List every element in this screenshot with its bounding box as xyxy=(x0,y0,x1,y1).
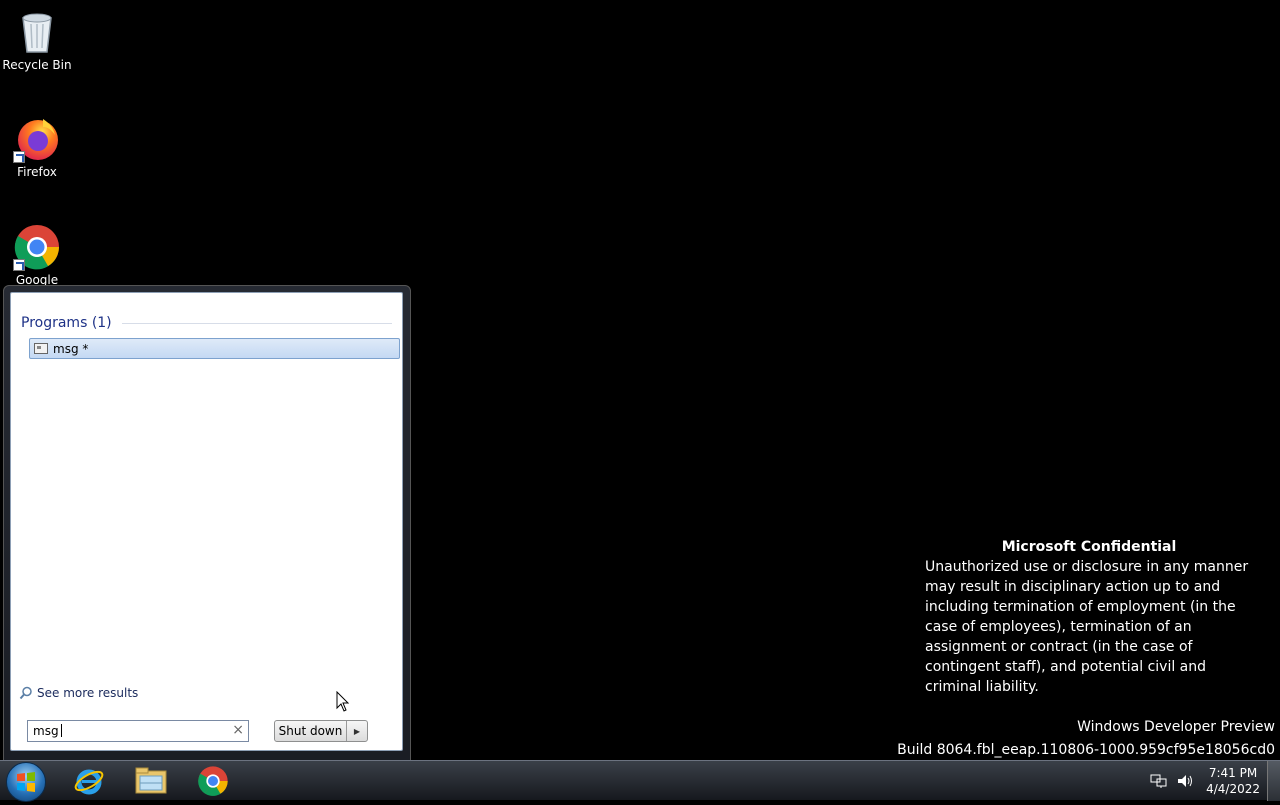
shutdown-options-arrow-icon[interactable]: ▶ xyxy=(347,721,367,741)
see-more-results-link[interactable]: See more results xyxy=(19,686,138,700)
watermark-title: Microsoft Confidential xyxy=(1001,539,1177,555)
start-menu: Programs (1) msg * See more results msg … xyxy=(3,285,411,761)
show-desktop-button[interactable] xyxy=(1267,761,1280,801)
start-menu-results-pane: Programs (1) msg * See more results msg … xyxy=(10,292,403,751)
recycle-bin-icon xyxy=(13,8,61,56)
text-caret xyxy=(60,724,62,737)
shortcut-arrow-icon xyxy=(13,151,25,163)
taskbar-file-explorer[interactable] xyxy=(123,763,179,799)
header-divider xyxy=(121,322,392,324)
chrome-icon xyxy=(198,766,228,796)
internet-explorer-icon xyxy=(74,769,104,795)
taskbar-internet-explorer[interactable] xyxy=(61,763,117,799)
desktop-icon-label: Firefox xyxy=(17,165,57,179)
clock-time: 7:41 PM xyxy=(1208,766,1258,780)
file-explorer-icon xyxy=(135,767,167,794)
console-app-icon xyxy=(34,343,48,354)
desktop-icon-chrome[interactable]: Google xyxy=(0,223,74,287)
start-button[interactable] xyxy=(6,762,46,802)
volume-icon[interactable] xyxy=(1176,773,1194,789)
shutdown-label: Shut down xyxy=(275,721,347,741)
firefox-icon xyxy=(13,115,61,163)
magnifier-icon xyxy=(19,686,32,700)
taskbar: 7:41 PM 4/4/2022 xyxy=(0,760,1280,802)
build-info: Windows Developer Preview Build 8064.fbl… xyxy=(897,716,1275,762)
see-more-label: See more results xyxy=(37,686,139,700)
shutdown-button[interactable]: Shut down ▶ xyxy=(274,720,368,742)
search-input[interactable]: msg × xyxy=(27,720,249,742)
clock-date: 4/4/2022 xyxy=(1206,782,1260,796)
chrome-icon xyxy=(13,223,61,271)
watermark-body: Unauthorized use or disclosure in any ma… xyxy=(925,559,1249,695)
desktop-icon-label: Recycle Bin xyxy=(2,58,72,72)
system-tray: 7:41 PM 4/4/2022 xyxy=(1150,761,1260,801)
result-item-label: msg * xyxy=(53,341,89,356)
network-icon[interactable] xyxy=(1150,773,1168,789)
result-item-msg[interactable]: msg * xyxy=(29,338,400,359)
confidential-watermark: Microsoft Confidential Unauthorized use … xyxy=(925,537,1265,697)
results-header-label: Programs (1) xyxy=(21,315,112,331)
shortcut-arrow-icon xyxy=(13,259,25,271)
taskbar-chrome[interactable] xyxy=(185,763,241,799)
build-label: Build 8064.fbl_eeap.110806-1000.959cf95e… xyxy=(897,742,1275,758)
windows-logo-icon xyxy=(17,772,35,792)
clear-search-icon[interactable]: × xyxy=(232,722,244,738)
desktop-icon-firefox[interactable]: Firefox xyxy=(0,115,74,179)
desktop-icon-recycle-bin[interactable]: Recycle Bin xyxy=(0,8,74,72)
mouse-cursor-icon xyxy=(336,691,350,712)
search-input-value: msg xyxy=(33,724,59,738)
edition-label: Windows Developer Preview xyxy=(1077,719,1275,735)
results-header: Programs (1) xyxy=(21,315,392,331)
clock[interactable]: 7:41 PM 4/4/2022 xyxy=(1206,765,1260,797)
